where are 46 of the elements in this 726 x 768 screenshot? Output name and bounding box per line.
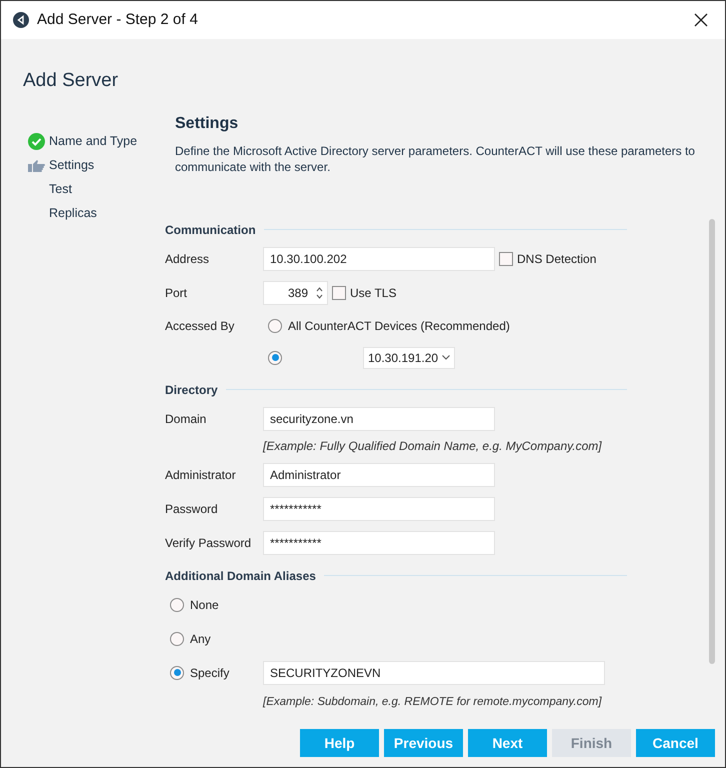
device-dropdown[interactable]: 10.30.191.20 xyxy=(363,346,456,368)
close-icon xyxy=(694,13,708,27)
text-field[interactable]: Administrator xyxy=(263,462,495,486)
page-description: Define the Microsoft Active Directory server parameters. CounterACT will use these parameters to communicate with the server. xyxy=(175,142,696,174)
checkbox[interactable] xyxy=(332,286,346,300)
field-hint: [Example: Fully Qualified Domain Name, e.g. MyCompany.com] xyxy=(263,438,603,452)
field-hint: [Example: Subdomain, e.g. REMOTE for remote.mycompany.com] xyxy=(263,694,603,708)
checkbox[interactable] xyxy=(499,252,513,266)
section-title: Communication xyxy=(165,222,256,236)
field-label: Port xyxy=(165,284,188,302)
chevron-down-icon xyxy=(442,355,450,360)
radio-button[interactable] xyxy=(268,350,282,364)
alias-field[interactable]: SECURITYZONEVN xyxy=(263,660,605,684)
scrollbar-thumb[interactable] xyxy=(709,218,715,664)
radio-button[interactable] xyxy=(170,632,184,646)
field-label: Administrator xyxy=(165,466,237,484)
window-title: Add Server - Step 2 of 4 xyxy=(37,10,198,30)
wizard-step: Name and Type xyxy=(49,132,138,151)
field-label: Accessed By xyxy=(165,318,236,334)
wizard-step: Test xyxy=(49,180,72,199)
wizard-step: Replicas xyxy=(49,204,97,223)
radio-button[interactable] xyxy=(170,598,184,612)
radio-label: All CounterACT Devices (Recommended) xyxy=(288,318,510,334)
app-logo-icon xyxy=(13,12,29,28)
text-field[interactable]: securityzone.vn xyxy=(263,406,495,430)
field-label: Address xyxy=(165,250,210,268)
radio-button[interactable] xyxy=(170,666,184,680)
checkbox-label: Use TLS xyxy=(350,284,396,302)
wizard-step: Settings xyxy=(49,156,94,175)
field-label: Password xyxy=(165,500,219,518)
section-title: Additional Domain Aliases xyxy=(165,568,316,582)
page-title: Settings xyxy=(175,114,240,134)
field-label: Domain xyxy=(165,410,208,428)
number-spinner[interactable]: 389 xyxy=(263,280,328,304)
radio-button[interactable] xyxy=(268,318,282,332)
radio-label: Any xyxy=(190,630,211,648)
section-title: Directory xyxy=(165,382,218,396)
checkbox-label: DNS Detection xyxy=(517,250,596,268)
text-field[interactable]: *********** xyxy=(263,530,495,554)
spinner-arrows-icon xyxy=(316,286,323,300)
dialog-heading: Add Server xyxy=(23,70,118,91)
field-label: Verify Password xyxy=(165,534,252,552)
text-field[interactable]: *********** xyxy=(263,496,495,520)
text-field[interactable]: 10.30.100.202 xyxy=(263,246,495,270)
radio-label: Specify xyxy=(190,664,230,682)
radio-label: None xyxy=(190,596,219,614)
